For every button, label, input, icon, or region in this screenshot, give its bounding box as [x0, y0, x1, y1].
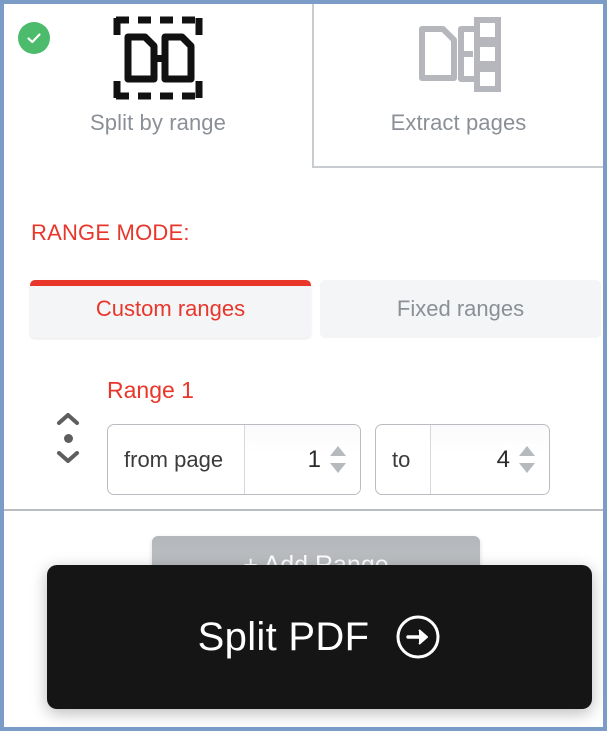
to-page-input[interactable]: 4: [497, 446, 519, 474]
app-window: Split by range Extract pages RANGE MODE:…: [0, 0, 607, 731]
tab-extract-pages-label: Extract pages: [390, 110, 527, 135]
extract-pages-icon: [418, 17, 501, 92]
chevron-down-icon: [57, 451, 79, 463]
to-page-value-wrap: 4: [431, 425, 549, 494]
split-pdf-button[interactable]: Split PDF: [47, 565, 592, 709]
section-divider: [4, 509, 603, 511]
from-page-stepper: [330, 446, 352, 473]
to-page-increment-icon[interactable]: [519, 446, 535, 456]
range-reorder-handle[interactable]: [54, 412, 82, 464]
split-pdf-panel: Split by range Extract pages RANGE MODE:…: [4, 4, 603, 727]
mode-button-fixed-ranges[interactable]: Fixed ranges: [320, 280, 601, 338]
arrow-right-circle-icon: [395, 614, 441, 660]
split-document-icon: [113, 16, 203, 100]
to-page-stepper: [519, 446, 541, 473]
from-page-decrement-icon[interactable]: [330, 463, 346, 473]
tool-tabs: Split by range Extract pages: [4, 4, 603, 168]
drag-dot-icon: [63, 433, 73, 443]
to-page-field[interactable]: to 4: [375, 424, 550, 495]
range-mode-options: Custom ranges Fixed ranges: [30, 280, 601, 338]
from-page-input[interactable]: 1: [308, 446, 330, 474]
check-badge: [18, 22, 50, 54]
mode-button-custom-ranges[interactable]: Custom ranges: [30, 280, 311, 338]
range-title: Range 1: [107, 377, 194, 403]
range-mode-heading: RANGE MODE:: [31, 220, 190, 245]
tab-extract-pages[interactable]: Extract pages: [312, 4, 603, 168]
tab-split-by-range[interactable]: Split by range: [4, 4, 312, 168]
extract-pages-icon-wrap: [314, 4, 603, 112]
from-page-label: from page: [108, 425, 245, 494]
from-page-increment-icon[interactable]: [330, 446, 346, 456]
to-page-label: to: [376, 425, 431, 494]
check-icon: [27, 33, 41, 44]
split-pdf-button-label: Split PDF: [197, 614, 370, 659]
chevron-up-icon: [57, 413, 79, 425]
to-page-decrement-icon[interactable]: [519, 463, 535, 473]
split-document-icon-wrap: [4, 4, 312, 112]
from-page-value-wrap: 1: [245, 425, 360, 494]
tab-split-by-range-label: Split by range: [90, 110, 226, 135]
from-page-field[interactable]: from page 1: [107, 424, 361, 495]
